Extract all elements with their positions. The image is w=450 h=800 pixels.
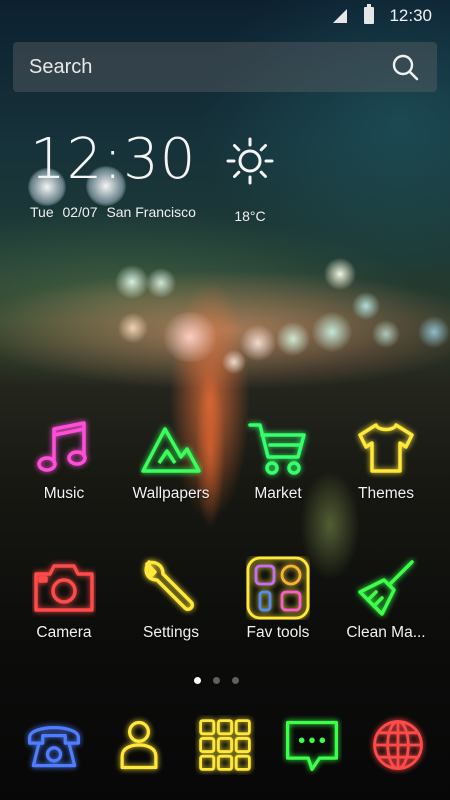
- date-line: Tue 02/07 San Francisco: [30, 204, 201, 220]
- mountain-icon: [141, 427, 201, 473]
- wrench-icon: [144, 560, 195, 612]
- bokeh-light: [160, 312, 220, 362]
- app-themes[interactable]: Themes: [336, 417, 436, 503]
- dock-browser[interactable]: [348, 715, 448, 775]
- cart-icon: [248, 423, 306, 475]
- date: 02/07: [62, 204, 98, 220]
- bokeh-light: [276, 322, 310, 356]
- phone-icon: [27, 726, 81, 768]
- messages-icon: [285, 720, 339, 772]
- app-camera[interactable]: Camera: [14, 556, 114, 642]
- contacts-icon: [120, 720, 158, 770]
- app-label: Wallpapers: [132, 485, 210, 502]
- status-clock: 12:30: [389, 6, 432, 25]
- search-icon[interactable]: [391, 53, 419, 81]
- bokeh-light: [312, 312, 352, 352]
- app-settings[interactable]: Settings: [121, 556, 221, 642]
- bokeh-light: [118, 313, 148, 343]
- camera-icon: [34, 564, 94, 612]
- app-label: Camera: [36, 624, 92, 641]
- battery-icon: [364, 4, 374, 24]
- app-label: Themes: [358, 485, 414, 502]
- sun-icon: [226, 137, 274, 185]
- temperature: 18°C: [234, 208, 266, 224]
- signal-icon: [333, 9, 347, 23]
- search-input[interactable]: Search: [29, 42, 92, 92]
- bokeh-light: [222, 350, 246, 374]
- status-bar: 12:30: [0, 0, 450, 32]
- bokeh-light: [240, 325, 276, 361]
- music-note-icon: [37, 421, 87, 472]
- folder-icon: [246, 556, 310, 620]
- app-wallpapers[interactable]: Wallpapers: [121, 417, 221, 503]
- bokeh-light: [146, 268, 176, 298]
- dock-app-drawer[interactable]: [175, 715, 275, 775]
- page-dot[interactable]: [232, 677, 239, 684]
- app-drawer-icon: [199, 719, 251, 771]
- page-indicator[interactable]: [0, 677, 450, 687]
- page-dot-active[interactable]: [194, 677, 201, 684]
- bokeh-light: [372, 320, 400, 348]
- dock-messages[interactable]: [262, 715, 362, 775]
- bokeh-light: [115, 265, 149, 299]
- app-label: Fav tools: [246, 624, 310, 641]
- app-label: Market: [254, 485, 302, 502]
- app-music[interactable]: Music: [14, 417, 114, 503]
- widget-time[interactable]: 12:30: [30, 128, 201, 192]
- app-label: Settings: [142, 624, 199, 641]
- search-bar[interactable]: Search: [13, 42, 437, 92]
- app-clean-master[interactable]: Clean Ma...: [336, 556, 436, 642]
- browser-icon: [373, 720, 423, 770]
- city: San Francisco: [106, 204, 196, 220]
- bokeh-light: [352, 292, 380, 320]
- app-label: Music: [43, 485, 85, 502]
- bokeh-light: [418, 316, 450, 348]
- clock-widget[interactable]: 12:30 Tue 02/07 San Francisco: [30, 128, 201, 221]
- page-dot[interactable]: [213, 677, 220, 684]
- bokeh-light: [324, 258, 356, 290]
- weather-widget[interactable]: 18°C: [225, 136, 275, 224]
- folder-fav-tools[interactable]: Fav tools: [228, 556, 328, 642]
- broom-icon: [358, 560, 414, 616]
- weekday: Tue: [30, 204, 54, 220]
- app-market[interactable]: Market: [228, 417, 328, 503]
- app-label: Clean Ma...: [346, 624, 426, 641]
- dock-contacts[interactable]: [89, 715, 189, 775]
- tshirt-icon: [358, 423, 414, 473]
